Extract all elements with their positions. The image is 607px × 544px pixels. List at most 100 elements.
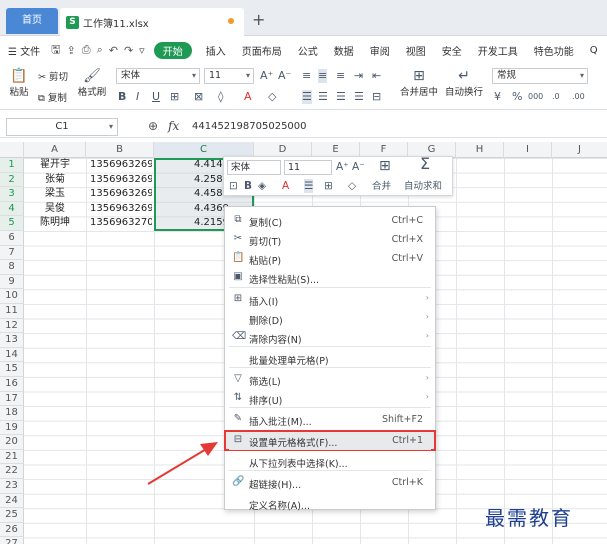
row-header[interactable]: 15 <box>0 362 24 377</box>
row-header[interactable]: 17 <box>0 391 24 407</box>
fx-icon[interactable]: fx <box>168 119 179 133</box>
menu-view[interactable]: 视图 <box>398 43 434 58</box>
distribute-icon[interactable]: ⊟ <box>372 90 381 104</box>
row-header[interactable]: 27 <box>0 537 24 544</box>
thousands-icon[interactable]: 000 <box>528 90 543 104</box>
save-icon[interactable]: 🖫 <box>48 41 63 60</box>
align-middle-icon[interactable]: ≡ <box>318 69 328 83</box>
justify-icon[interactable]: ☰ <box>354 90 364 104</box>
row-header[interactable]: 3 <box>0 187 24 202</box>
font-shrink-icon[interactable]: A⁻ <box>352 160 365 174</box>
mini-merge-button[interactable]: 合并 <box>372 180 391 194</box>
row-header[interactable]: 24 <box>0 493 24 509</box>
font-name-select[interactable]: 宋体 ▾ <box>116 68 200 84</box>
format-painter-button[interactable]: 🖌 格式刷 <box>76 68 108 98</box>
table-cell[interactable]: 13569632699 <box>88 202 152 217</box>
context-menu-item[interactable]: ⊟ 设置单元格格式(F)... Ctrl+1 <box>224 430 436 451</box>
name-box[interactable]: C1 ▾ <box>6 118 118 136</box>
menu-insert[interactable]: 插入 <box>198 43 234 58</box>
row-header[interactable]: 23 <box>0 479 24 494</box>
table-cell[interactable]: 13569632697 <box>88 173 152 188</box>
fill-color-icon[interactable]: ◈ <box>258 179 266 193</box>
column-header-j[interactable]: J <box>552 142 607 158</box>
table-cell[interactable]: 13569632700 <box>88 216 152 231</box>
context-menu-item[interactable]: 🔗 超链接(H)... Ctrl+K <box>225 473 435 492</box>
row-header[interactable]: 12 <box>0 318 24 334</box>
undo-icon[interactable]: ↶ <box>106 44 121 57</box>
context-menu-item[interactable]: ▣ 选择性粘贴(S)... <box>225 268 435 287</box>
clear-format-icon[interactable]: ◇ <box>348 179 356 193</box>
merge-small-icon[interactable]: ⊡ <box>229 179 238 193</box>
autosum-button[interactable]: 自动求和 <box>404 180 442 194</box>
border-icon[interactable]: ⊞ <box>170 90 179 104</box>
bold-icon[interactable]: B <box>118 90 126 104</box>
table-cell[interactable]: 梁玉 <box>26 187 84 202</box>
align-center-icon[interactable]: ☰ <box>318 90 328 104</box>
row-header[interactable]: 18 <box>0 406 24 421</box>
tab-workbook[interactable]: S 工作簿11.xlsx <box>60 8 244 36</box>
align-center-icon[interactable]: ☰ <box>304 179 314 193</box>
outdent-icon[interactable]: ⇤ <box>372 69 381 83</box>
context-menu-item[interactable]: ▽ 筛选(L) › <box>225 370 435 389</box>
table-cell[interactable]: 13569632696 <box>88 158 152 173</box>
menu-developer[interactable]: 开发工具 <box>470 43 526 58</box>
context-menu-item[interactable]: ⧉ 复制(C) Ctrl+C <box>225 211 435 230</box>
italic-icon[interactable]: I <box>136 90 139 104</box>
row-header[interactable]: 14 <box>0 347 24 363</box>
cut-button[interactable]: ✂ 剪切 <box>38 69 68 83</box>
row-header[interactable]: 11 <box>0 303 24 319</box>
sum-icon[interactable]: Σ <box>420 156 430 172</box>
context-menu-item[interactable]: ⇅ 排序(U) › <box>225 389 435 408</box>
row-header[interactable]: 9 <box>0 274 24 290</box>
row-header[interactable]: 16 <box>0 376 24 392</box>
row-header[interactable]: 19 <box>0 420 24 436</box>
formula-input[interactable]: 441452198705025000 <box>192 121 307 132</box>
mini-size-select[interactable]: 11 <box>284 160 332 175</box>
select-all-corner[interactable] <box>0 142 24 158</box>
underline-icon[interactable]: U <box>152 90 160 104</box>
menu-page-layout[interactable]: 页面布局 <box>234 43 290 58</box>
row-header[interactable]: 1 <box>0 158 24 173</box>
redo-icon[interactable]: ↷ <box>121 44 136 57</box>
context-menu-item[interactable]: 批量处理单元格(P) <box>225 349 435 368</box>
row-header[interactable]: 20 <box>0 435 24 450</box>
context-menu-item[interactable]: 📋 粘贴(P) Ctrl+V <box>225 249 435 268</box>
table-cell[interactable]: 陈明坤 <box>26 216 84 231</box>
table-cell[interactable]: 张菊 <box>26 173 84 188</box>
indent-icon[interactable]: ⇥ <box>354 69 363 83</box>
context-menu-item[interactable]: ✎ 插入批注(M)... Shift+F2 <box>225 410 435 429</box>
column-header-h[interactable]: H <box>456 142 504 158</box>
font-shrink-icon[interactable]: A⁻ <box>278 69 291 83</box>
merge-icon[interactable]: ⊞ <box>379 159 391 173</box>
wrap-text-button[interactable]: ↵ 自动换行 <box>444 68 484 98</box>
row-header[interactable]: 2 <box>0 172 24 188</box>
row-header[interactable]: 6 <box>0 230 24 246</box>
currency-icon[interactable]: ¥ <box>494 90 501 104</box>
context-menu-item[interactable]: 删除(D) › <box>225 309 435 328</box>
menu-features[interactable]: 特色功能 <box>526 43 582 58</box>
row-header[interactable]: 4 <box>0 201 24 217</box>
row-header[interactable]: 7 <box>0 245 24 261</box>
menu-review[interactable]: 审阅 <box>362 43 398 58</box>
font-grow-icon[interactable]: A⁺ <box>260 69 273 83</box>
decrease-decimal-icon[interactable]: .00 <box>572 90 585 104</box>
align-top-icon[interactable]: ≡ <box>302 69 311 83</box>
fill-color-icon[interactable]: ⊠ <box>194 90 203 104</box>
mini-font-select[interactable]: 宋体 <box>227 160 281 175</box>
context-menu-item[interactable]: ⌫ 清除内容(N) › <box>225 328 435 347</box>
menu-formula[interactable]: 公式 <box>290 43 326 58</box>
bold-icon[interactable]: B <box>244 179 252 193</box>
align-bottom-icon[interactable]: ≡ <box>336 69 345 83</box>
tab-home[interactable]: 首页 <box>6 8 58 34</box>
eraser-icon[interactable]: ◇ <box>268 90 276 104</box>
table-cell[interactable]: 13569632698 <box>88 187 152 202</box>
export-icon[interactable]: ⇪ <box>64 44 79 57</box>
font-size-select[interactable]: 11 ▾ <box>204 68 254 84</box>
copy-button[interactable]: ⧉ 复制 <box>38 90 67 104</box>
align-right-icon[interactable]: ☰ <box>336 90 346 104</box>
row-header[interactable]: 25 <box>0 508 24 523</box>
row-header[interactable]: 13 <box>0 333 24 348</box>
row-header[interactable]: 8 <box>0 260 24 275</box>
row-header[interactable]: 5 <box>0 216 24 231</box>
align-left-icon[interactable]: ☰ <box>302 90 312 104</box>
